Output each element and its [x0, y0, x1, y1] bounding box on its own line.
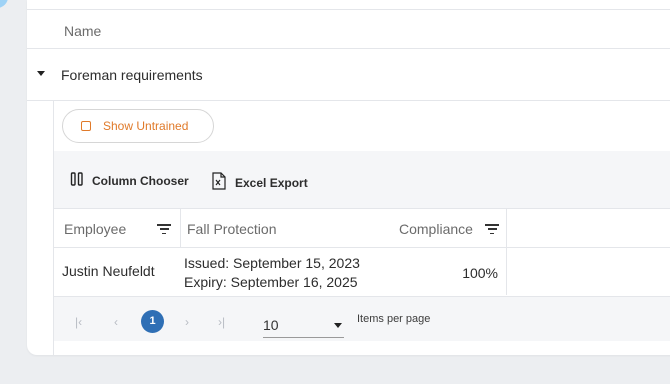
excel-export-button[interactable]: Excel Export	[211, 172, 308, 193]
checkbox-icon	[81, 121, 91, 131]
compliance-cell: 100%	[462, 265, 498, 281]
table-row[interactable]: Justin Neufeldt Issued: September 15, 20…	[54, 247, 670, 295]
caret-down-icon[interactable]	[37, 71, 45, 76]
expiry-date-cell: Expiry: September 16, 2025	[184, 274, 358, 290]
column-divider	[180, 209, 181, 247]
compliance-column-header[interactable]: Compliance	[399, 221, 473, 237]
name-column-header[interactable]: Name	[64, 23, 101, 39]
filter-icon[interactable]	[485, 224, 499, 235]
column-divider	[506, 209, 507, 247]
issued-date-cell: Issued: September 15, 2023	[184, 255, 360, 271]
column-chooser-button[interactable]: Column Chooser	[70, 172, 189, 189]
detail-grid-header: Employee Fall Protection Compliance	[54, 208, 670, 248]
excel-export-label: Excel Export	[235, 175, 308, 190]
excel-icon	[211, 172, 227, 193]
page-size-select[interactable]: 10	[263, 313, 344, 338]
employee-cell: Justin Neufeldt	[62, 263, 155, 279]
requirements-panel: Name Foreman requirements Show Untrained…	[27, 0, 670, 355]
detail-grid: Show Untrained Column Chooser Excel Expo…	[53, 101, 670, 355]
show-untrained-label: Show Untrained	[103, 119, 189, 133]
column-chooser-label: Column Chooser	[92, 173, 189, 188]
decorative-blob	[0, 0, 8, 8]
chevron-down-icon	[334, 323, 342, 328]
next-page-icon[interactable]: ›	[185, 315, 189, 329]
fall-protection-column-header[interactable]: Fall Protection	[187, 221, 276, 237]
employee-column-header[interactable]: Employee	[64, 221, 126, 237]
group-label: Foreman requirements	[61, 67, 203, 83]
columns-icon	[70, 172, 84, 189]
pager: |‹ ‹ 1 › ›| 10 Items per page	[54, 296, 670, 341]
page-1-button[interactable]: 1	[141, 310, 164, 333]
divider	[27, 9, 670, 10]
last-page-icon[interactable]: ›|	[218, 315, 225, 329]
group-row[interactable]: Foreman requirements	[27, 49, 670, 100]
page-size-value: 10	[263, 317, 279, 333]
grid-toolbar: Column Chooser Excel Export	[54, 151, 670, 208]
column-divider	[506, 247, 507, 295]
show-untrained-button[interactable]: Show Untrained	[62, 109, 214, 143]
items-per-page-label: Items per page	[357, 313, 431, 325]
prev-page-icon[interactable]: ‹	[114, 315, 118, 329]
filter-icon[interactable]	[157, 224, 171, 235]
first-page-icon[interactable]: |‹	[75, 315, 82, 329]
